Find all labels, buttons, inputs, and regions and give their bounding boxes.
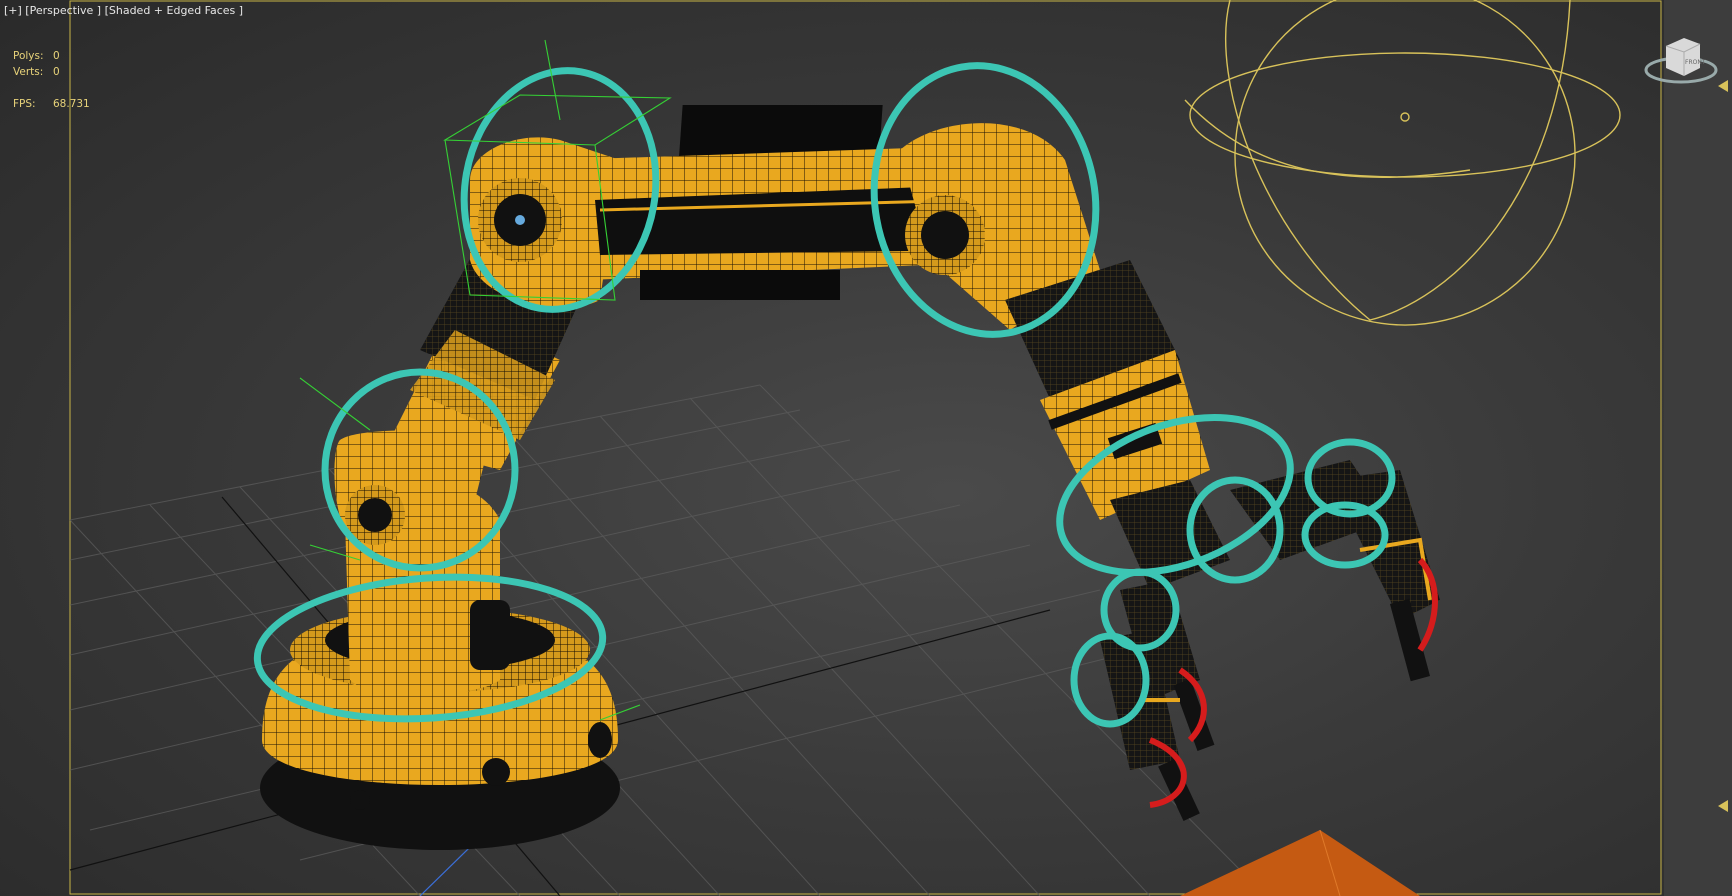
viewcube-icon[interactable]: FRONT — [1644, 30, 1718, 90]
time-slider-marker-bottom-icon[interactable] — [1718, 800, 1728, 812]
polys-stat: Polys: 0 — [13, 50, 60, 62]
viewport-right-strip — [1664, 0, 1732, 896]
viewport-label[interactable]: [+] [Perspective ] [Shaded + Edged Faces… — [4, 4, 243, 17]
robot-forearm[interactable] — [1005, 260, 1210, 520]
target-object[interactable] — [1180, 829, 1420, 896]
fps-value: 68.731 — [53, 98, 90, 110]
polys-value: 0 — [53, 50, 60, 62]
fps-stat: FPS: 68.731 — [13, 98, 90, 110]
verts-value: 0 — [53, 66, 60, 78]
robot-pedestal[interactable] — [334, 430, 510, 695]
time-slider-marker-top-icon[interactable] — [1718, 80, 1728, 92]
perspective-viewport[interactable]: [+] [Perspective ] [Shaded + Edged Faces… — [0, 0, 1732, 896]
fps-label: FPS: — [13, 98, 36, 110]
scene-canvas[interactable] — [0, 0, 1732, 896]
polys-label: Polys: — [13, 50, 44, 62]
verts-stat: Verts: 0 — [13, 66, 60, 78]
viewcube-face-label: FRONT — [1685, 59, 1706, 66]
verts-label: Verts: — [13, 66, 44, 78]
light-gizmo[interactable] — [1184, 0, 1621, 347]
